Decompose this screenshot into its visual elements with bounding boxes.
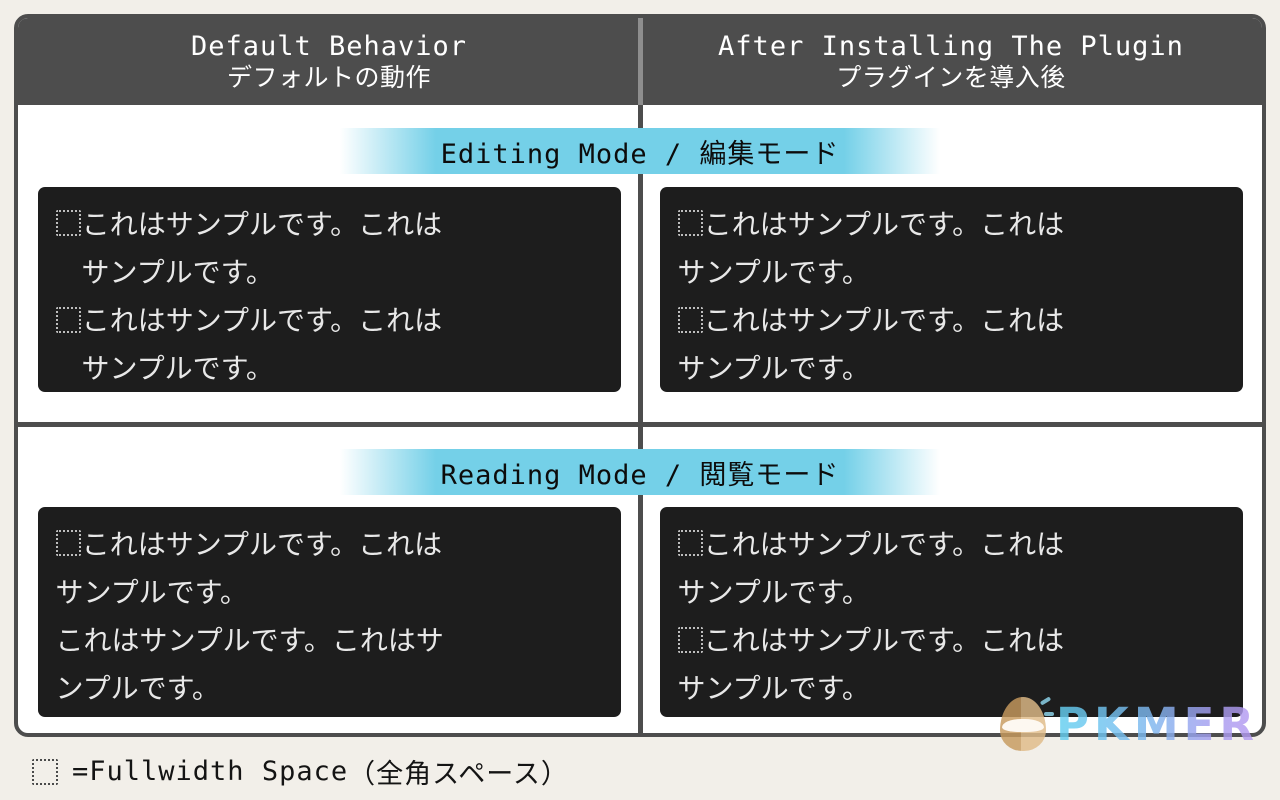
code-line: これはサンプルです。これは [55,297,603,345]
reading-mode-band: Reading Mode / 閲覧モード [340,449,940,495]
code-line-text: サンプルです。 [677,352,870,386]
column-divider-header [637,18,643,105]
editing-mode-band-wrap: Editing Mode / 編集モード [18,128,1262,174]
fullwidth-space-glyph-icon [55,210,82,237]
editing-mode-label: Editing Mode / 編集モード [441,132,840,171]
header-default-title-en: Default Behavior [190,30,468,62]
plugin-editing-block: これはサンプルです。これは サンプルです。 これはサンプルです。これは サンプルです。 [659,187,1243,393]
code-line-text: これはサンプルです。これは [703,304,1065,338]
code-line-text: これはサンプルです。これは [703,624,1065,658]
column-divider [637,18,643,733]
legend-text-en: Fullwidth Space [89,756,349,787]
reading-mode-label-en: Reading Mode [440,459,648,491]
code-line-text: サンプルです。 [677,576,870,610]
code-line-text: サンプルです。 [81,256,274,290]
fullwidth-space-glyph-icon [32,758,58,785]
legend-equals: = [72,756,90,787]
legend-text-ja: （全角スペース） [348,759,569,790]
code-line-text: サンプルです。 [677,256,870,290]
code-line-text: これはサンプルです。これは [81,208,443,241]
code-line: サンプルです。 [678,249,1225,297]
editing-mode-label-ja: 編集モード [699,138,840,170]
row-divider [18,422,1262,427]
code-line: サンプルです。 [56,345,603,393]
reading-mode-label: Reading Mode / 閲覧モード [441,453,840,492]
code-line: これはサンプルです。これは [677,297,1225,345]
header-column-plugin: After Installing The Plugin プラグインを導入後 [640,18,1262,105]
editing-plugin-cell: これはサンプルです。これは サンプルです。 これはサンプルです。これは サンプルです。 [640,187,1262,392]
legend: = Fullwidth Space （全角スペース） [32,752,569,791]
reading-mode-label-separator: / [647,459,700,491]
editing-mode-label-separator: / [647,138,700,170]
code-line-text: これはサンプルです。これは [703,208,1065,241]
code-line-text: これはサンプルです。これは [81,304,443,338]
comparison-card: Default Behavior デフォルトの動作 After Installi… [14,14,1266,737]
reading-default-cell: これはサンプルです。これは サンプルです。 これはサンプルです。これはサ ンプルです。 [18,507,640,717]
fullwidth-space-glyph-icon [677,626,704,653]
fullwidth-space-glyph-icon [677,210,704,237]
fullwidth-space-glyph-icon [55,306,82,333]
reading-plugin-cell: これはサンプルです。これは サンプルです。 これはサンプルです。これは サンプルです。 [640,507,1262,717]
pkmer-watermark: PKMER [1000,696,1260,751]
pkmer-logo-sparkle-one [1039,696,1052,706]
code-line: これはサンプルです。これは [677,521,1225,569]
screenshot-root: Default Behavior デフォルトの動作 After Installi… [0,0,1280,800]
code-line: サンプルです。 [678,569,1225,617]
fullwidth-space-glyph-icon [677,306,704,333]
code-line-text: これはサンプルです。これは [703,528,1065,561]
fullwidth-space-glyph-icon [55,530,82,557]
default-reading-block: これはサンプルです。これは サンプルです。 これはサンプルです。これはサ ンプルです。 [37,507,621,717]
code-line: これはサンプルです。これはサ [56,617,603,665]
editing-mode-band: Editing Mode / 編集モード [340,128,940,174]
header-plugin-title-ja: プラグインを導入後 [836,62,1066,92]
header-default-title-ja: デフォルトの動作 [226,62,431,92]
code-line-text: サンプルです。 [55,576,248,610]
plugin-reading-block: これはサンプルです。これは サンプルです。 これはサンプルです。これは サンプルです。 [659,507,1243,717]
code-line-text: サンプルです。 [677,672,870,706]
reading-mode-label-ja: 閲覧モード [699,459,840,491]
reading-mode-band-wrap: Reading Mode / 閲覧モード [18,449,1262,495]
header-plugin-title-en: After Installing The Plugin [718,30,1184,62]
pkmer-egg-logo-icon [1000,696,1054,751]
code-line: ンプルです。 [56,665,603,713]
editing-default-cell: これはサンプルです。これは サンプルです。 これはサンプルです。これは サンプルです。 [18,187,640,392]
pkmer-watermark-text: PKMER [1056,697,1260,751]
code-line-text: サンプルです。 [81,352,274,386]
fullwidth-space-glyph-icon [677,530,704,557]
editing-mode-label-en: Editing Mode [440,138,648,170]
code-line: サンプルです。 [678,345,1225,393]
code-line: これはサンプルです。これは [677,201,1225,249]
code-line: これはサンプルです。これは [677,617,1225,665]
code-line-text: これはサンプルです。これはサ [55,624,444,658]
pkmer-logo-sparkle-two [1044,712,1054,716]
code-line: サンプルです。 [56,249,603,297]
code-line-text: ンプルです。 [55,672,220,706]
code-line: これはサンプルです。これは [55,521,603,569]
code-line: サンプルです。 [56,569,603,617]
pkmer-logo-wave-shape [1002,719,1044,732]
code-line-text: これはサンプルです。これは [81,528,443,561]
header-column-default: Default Behavior デフォルトの動作 [18,18,640,105]
default-editing-block: これはサンプルです。これは サンプルです。 これはサンプルです。これは サンプルです。 [37,187,621,393]
code-line: これはサンプルです。これは [55,201,603,249]
